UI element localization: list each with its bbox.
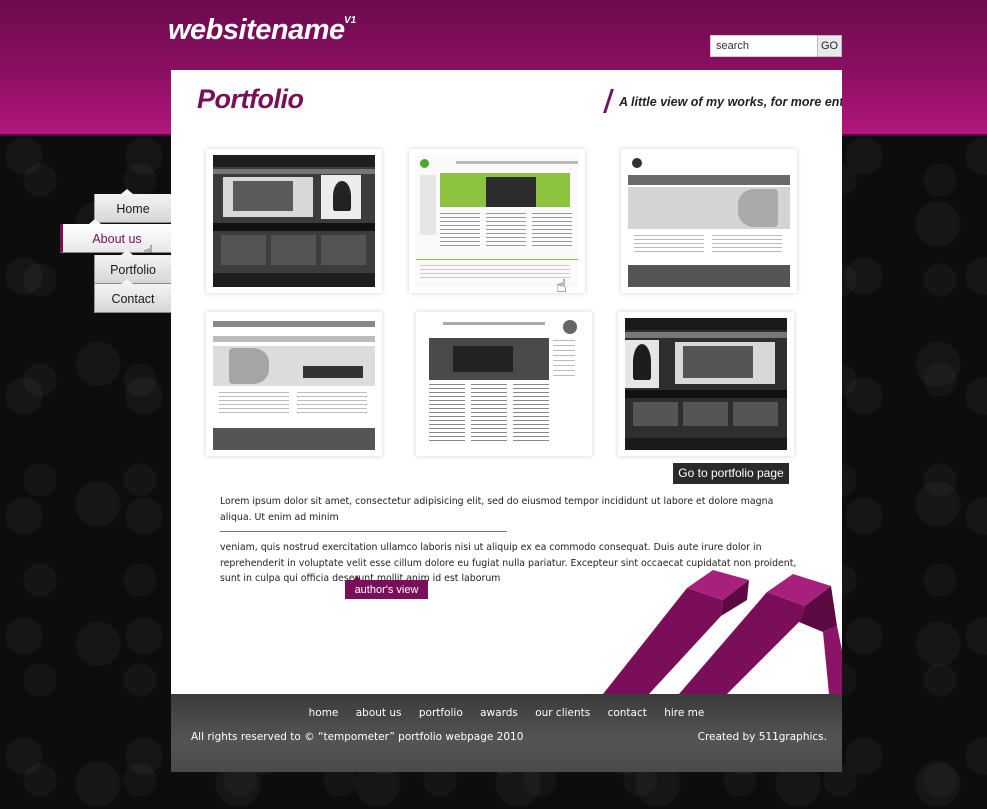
portfolio-thumbnail-2[interactable] xyxy=(409,149,585,293)
text-divider xyxy=(220,531,507,532)
thumbnail-image xyxy=(416,155,578,287)
footer-link-portfolio[interactable]: portfolio xyxy=(419,707,463,719)
footer: home about us portfolio awards our clien… xyxy=(171,694,842,772)
nav-tab-about-us[interactable]: About us xyxy=(60,219,171,253)
search-go-button[interactable]: GO xyxy=(817,35,842,57)
portfolio-thumbnail-6[interactable] xyxy=(618,312,794,456)
nav-tab-home[interactable]: Home xyxy=(94,189,171,223)
site-logo[interactable]: websitename xyxy=(168,14,345,47)
portfolio-thumbnail-1[interactable] xyxy=(206,149,382,293)
footer-link-our-clients[interactable]: our clients xyxy=(535,707,590,719)
portfolio-thumbnail-4[interactable] xyxy=(206,312,382,456)
footer-copyright: All rights reserved to © “tempometer” po… xyxy=(191,731,524,743)
authors-view-button[interactable]: author's view xyxy=(345,576,428,599)
logo-version: V1 xyxy=(344,15,357,26)
search-input[interactable]: search xyxy=(710,35,818,57)
portfolio-thumbnail-5[interactable] xyxy=(416,312,592,456)
footer-credit: Created by 511graphics. xyxy=(697,731,827,743)
portfolio-thumbnail-3[interactable] xyxy=(621,149,797,293)
footer-link-contact[interactable]: contact xyxy=(608,707,647,719)
intro-paragraph: Lorem ipsum dolor sit amet, consectetur … xyxy=(220,496,774,523)
main-content-panel: Portfolio A little view of my works, for… xyxy=(171,70,842,694)
nav-tab-contact[interactable]: Contact xyxy=(94,279,171,313)
go-to-portfolio-button[interactable]: Go to portfolio page xyxy=(673,463,789,484)
thumbnail-image xyxy=(628,155,790,287)
hand-cursor-icon: ☝ xyxy=(556,276,567,297)
footer-link-home[interactable]: home xyxy=(309,707,339,719)
page-title: Portfolio xyxy=(197,84,304,114)
thumbnail-image xyxy=(625,318,787,450)
thumbnail-image xyxy=(213,155,375,287)
footer-link-hire-me[interactable]: hire me xyxy=(664,707,704,719)
footer-link-about-us[interactable]: about us xyxy=(356,707,402,719)
thumbnail-image xyxy=(213,318,375,450)
tagline-slash xyxy=(603,89,614,113)
page-tagline: A little view of my works, for more ente… xyxy=(619,95,842,109)
thumbnail-image xyxy=(423,318,585,450)
footer-nav: home about us portfolio awards our clien… xyxy=(171,707,842,719)
ribbon-decoration xyxy=(603,570,842,694)
footer-link-awards[interactable]: awards xyxy=(480,707,518,719)
